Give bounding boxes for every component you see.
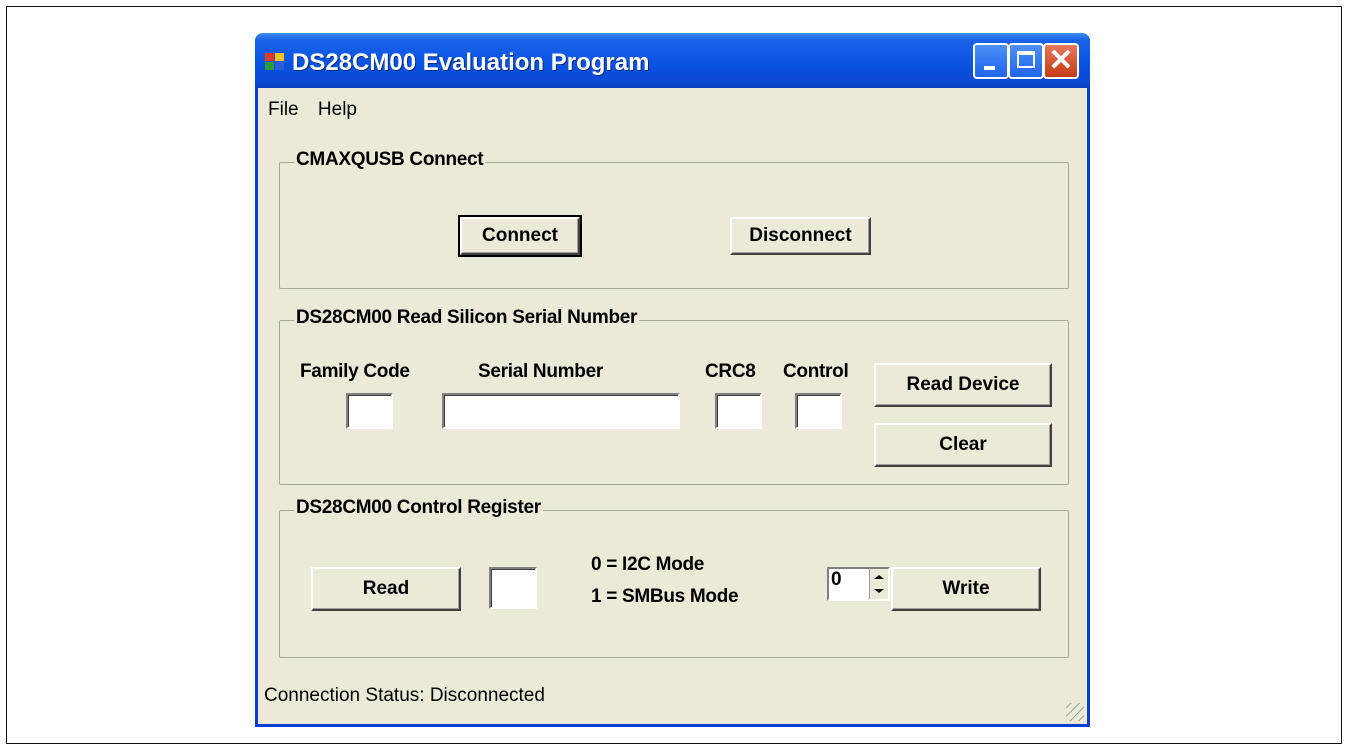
register-value-field[interactable] [489, 567, 537, 609]
resize-grip-icon[interactable] [1066, 703, 1084, 721]
connect-group: CMAXQUSB Connect Connect Disconnect [279, 149, 1069, 289]
menu-help[interactable]: Help [318, 99, 357, 120]
menu-file[interactable]: File [268, 99, 299, 120]
close-icon: ✕ [1048, 44, 1074, 77]
smbus-mode-text: 1 = SMBus Mode [591, 586, 739, 607]
read-button[interactable]: Read [311, 567, 461, 611]
control-register-group: DS28CM00 Control Register Read 0 = I2C M… [279, 497, 1069, 658]
spin-down-icon[interactable] [874, 589, 884, 593]
control-register-group-title: DS28CM00 Control Register [294, 497, 543, 519]
family-code-field[interactable] [346, 393, 393, 429]
connect-button[interactable]: Connect [458, 215, 582, 257]
maximize-icon [1017, 51, 1035, 68]
minimize-button[interactable] [973, 43, 1009, 79]
crc8-label: CRC8 [705, 361, 756, 382]
minimize-icon [984, 66, 995, 70]
control-label: Control [783, 361, 849, 382]
spinner-arrows[interactable] [869, 569, 888, 599]
maximize-button[interactable] [1008, 43, 1044, 79]
control-field[interactable] [795, 393, 842, 429]
spin-up-icon[interactable] [874, 575, 884, 579]
serial-number-label: Serial Number [478, 361, 603, 382]
app-window: DS28CM00 Evaluation Program ✕ File Help … [255, 33, 1090, 727]
close-button[interactable]: ✕ [1043, 43, 1079, 79]
serial-group: DS28CM00 Read Silicon Serial Number Fami… [279, 307, 1069, 485]
clear-button[interactable]: Clear [874, 423, 1052, 467]
connection-status: Connection Status: Disconnected [264, 685, 545, 706]
crc8-field[interactable] [715, 393, 762, 429]
read-device-button[interactable]: Read Device [874, 363, 1052, 407]
serial-group-title: DS28CM00 Read Silicon Serial Number [294, 307, 640, 329]
i2c-mode-text: 0 = I2C Mode [591, 554, 705, 575]
serial-number-field[interactable] [442, 393, 680, 429]
family-code-label: Family Code [300, 361, 410, 382]
mode-spinner[interactable]: 0 [827, 567, 890, 601]
window-title: DS28CM00 Evaluation Program [292, 49, 650, 76]
connect-group-title: CMAXQUSB Connect [294, 149, 486, 171]
disconnect-button[interactable]: Disconnect [730, 217, 871, 255]
write-button[interactable]: Write [891, 567, 1041, 611]
app-icon [265, 53, 285, 71]
spinner-value: 0 [831, 569, 842, 590]
menu-bar: File Help [268, 99, 371, 121]
title-bar[interactable]: DS28CM00 Evaluation Program ✕ [255, 33, 1090, 88]
